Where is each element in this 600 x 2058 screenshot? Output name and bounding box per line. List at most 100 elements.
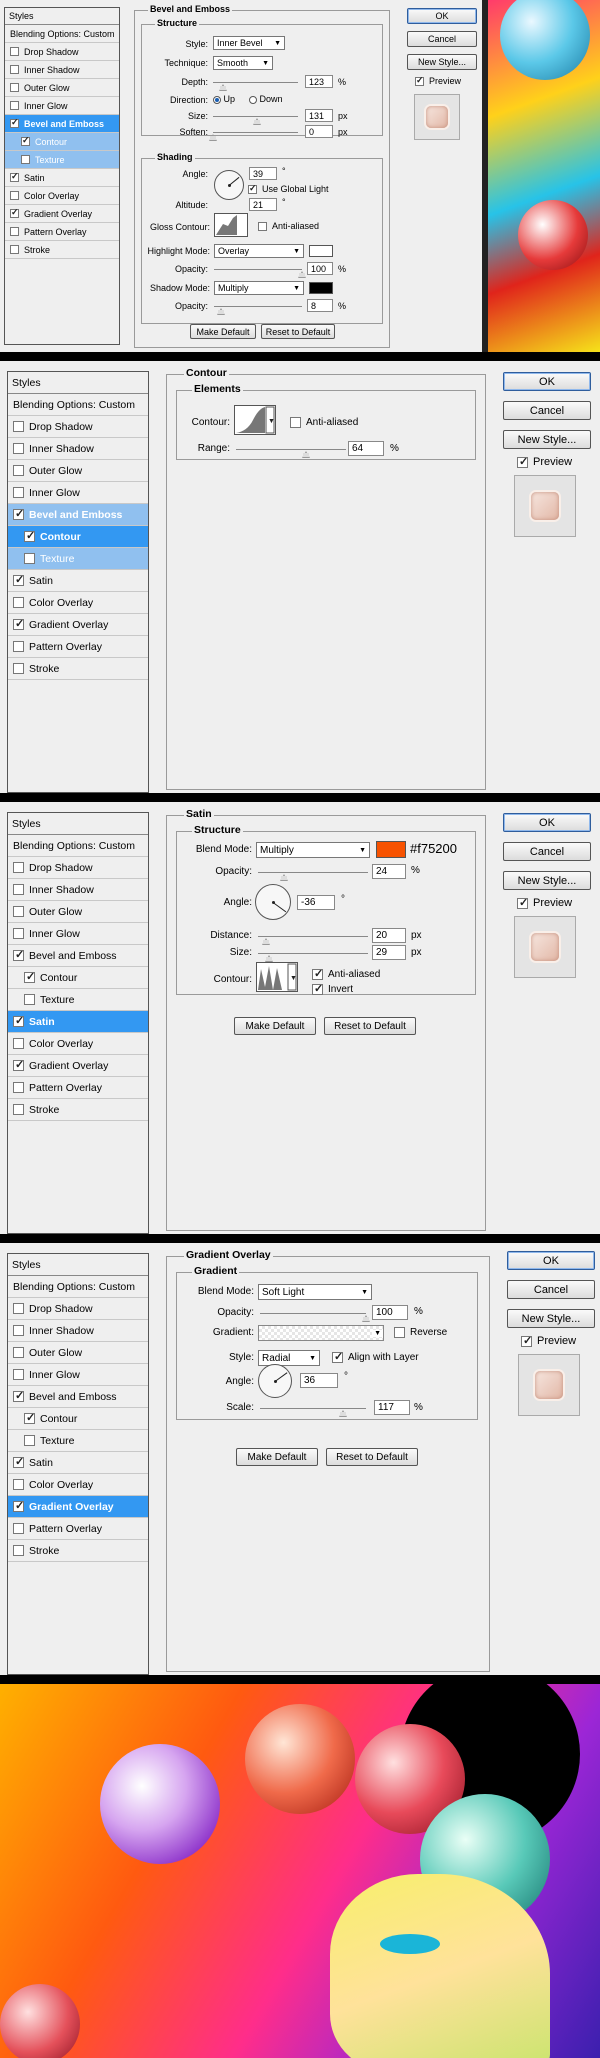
style-item-outer-glow[interactable]: Outer Glow	[8, 901, 148, 923]
checkbox[interactable]	[258, 221, 267, 231]
style-item-color-overlay[interactable]: Color Overlay	[8, 592, 148, 614]
gradient-picker[interactable]: ▼	[258, 1325, 384, 1341]
checkbox[interactable]	[24, 1411, 35, 1424]
style-item-inner-glow[interactable]: Inner Glow	[8, 1364, 148, 1386]
style-item-color-overlay[interactable]: Color Overlay	[5, 187, 119, 205]
depth-slider[interactable]	[213, 82, 298, 91]
checkbox[interactable]	[521, 1334, 532, 1347]
highlight-opacity-field[interactable]: 100	[307, 262, 333, 275]
styles-header[interactable]: Styles	[8, 813, 148, 835]
contour-picker[interactable]: ▼	[256, 962, 298, 992]
satin-invert[interactable]: Invert	[312, 982, 353, 995]
checkbox[interactable]	[24, 529, 35, 542]
angle-dial[interactable]	[255, 884, 291, 920]
size-field[interactable]: 131	[305, 109, 333, 122]
preview-check[interactable]: Preview	[517, 455, 572, 468]
checkbox[interactable]	[517, 896, 528, 909]
style-item-pattern-overlay[interactable]: Pattern Overlay	[5, 223, 119, 241]
contour-anti-aliased[interactable]: Anti-aliased	[290, 417, 358, 428]
checkbox[interactable]	[394, 1327, 405, 1338]
checkbox[interactable]	[13, 1325, 24, 1336]
reverse-check[interactable]: Reverse	[394, 1327, 447, 1338]
shadow-color-swatch[interactable]	[309, 282, 333, 294]
radio-down[interactable]	[249, 95, 257, 104]
gloss-contour-picker[interactable]	[214, 213, 248, 237]
make-default-button[interactable]: Make Default	[236, 1448, 318, 1466]
slider-thumb[interactable]	[253, 118, 262, 125]
altitude-field[interactable]: 21	[249, 198, 277, 211]
slider-thumb[interactable]	[362, 1315, 370, 1322]
preview-check[interactable]: Preview	[517, 896, 572, 909]
cancel-button[interactable]: Cancel	[507, 1280, 595, 1299]
ok-button[interactable]: OK	[503, 813, 591, 832]
checkbox[interactable]	[13, 948, 24, 961]
cancel-button[interactable]: Cancel	[503, 842, 591, 861]
style-item-contour[interactable]: Contour	[5, 133, 119, 151]
checkbox[interactable]	[13, 1303, 24, 1314]
checkbox[interactable]	[13, 1545, 24, 1556]
size-field[interactable]: 29	[372, 945, 406, 960]
soften-field[interactable]: 0	[305, 125, 333, 138]
highlight-color-swatch[interactable]	[309, 245, 333, 257]
technique-select[interactable]: Smooth ▼	[213, 56, 273, 70]
global-light-check[interactable]: Use Global Light	[248, 183, 329, 194]
style-item-contour[interactable]: Contour	[8, 526, 148, 548]
slider-thumb[interactable]	[338, 1410, 347, 1417]
angle-field[interactable]: -36	[297, 895, 335, 910]
checkbox[interactable]	[13, 421, 24, 432]
style-select[interactable]: Radial ▼	[258, 1350, 320, 1366]
checkbox[interactable]	[13, 1014, 24, 1027]
reset-default-button[interactable]: Reset to Default	[326, 1448, 418, 1466]
new-style-button[interactable]: New Style...	[507, 1309, 595, 1328]
style-item-inner-shadow[interactable]: Inner Shadow	[8, 1320, 148, 1342]
style-item-gradient-overlay[interactable]: Gradient Overlay	[8, 1496, 148, 1518]
angle-dial[interactable]	[258, 1364, 292, 1398]
size-slider[interactable]	[258, 953, 368, 962]
style-item-bevel-emboss[interactable]: Bevel and Emboss	[8, 1386, 148, 1408]
style-item-drop-shadow[interactable]: Drop Shadow	[8, 857, 148, 879]
checkbox[interactable]	[13, 884, 24, 895]
distance-slider[interactable]	[258, 936, 368, 945]
size-slider[interactable]	[213, 116, 298, 125]
checkbox[interactable]	[13, 928, 24, 939]
checkbox[interactable]	[21, 155, 30, 164]
preview-check[interactable]: Preview	[415, 75, 461, 86]
style-item-color-overlay[interactable]: Color Overlay	[8, 1474, 148, 1496]
highlight-mode-select[interactable]: Overlay ▼	[214, 244, 304, 258]
range-field[interactable]: 64	[348, 441, 384, 456]
style-item-stroke[interactable]: Stroke	[5, 241, 119, 259]
style-item-stroke[interactable]: Stroke	[8, 1099, 148, 1121]
depth-field[interactable]: 123	[305, 75, 333, 88]
checkbox[interactable]	[13, 1369, 24, 1380]
style-item-texture[interactable]: Texture	[8, 1430, 148, 1452]
style-item-gradient-overlay[interactable]: Gradient Overlay	[8, 614, 148, 636]
styles-header[interactable]: Styles	[8, 372, 148, 394]
opacity-field[interactable]: 100	[372, 1305, 408, 1320]
style-item-drop-shadow[interactable]: Drop Shadow	[8, 1298, 148, 1320]
cancel-button[interactable]: Cancel	[407, 31, 477, 47]
slider-thumb[interactable]	[280, 874, 289, 881]
style-item-gradient-overlay[interactable]: Gradient Overlay	[5, 205, 119, 223]
checkbox[interactable]	[21, 135, 30, 146]
blending-options-item[interactable]: Blending Options: Custom	[8, 835, 148, 857]
direction-up[interactable]: Up	[213, 94, 235, 104]
checkbox[interactable]	[13, 641, 24, 652]
preview-check[interactable]: Preview	[521, 1334, 576, 1347]
checkbox[interactable]	[13, 617, 24, 630]
opacity-slider[interactable]	[260, 1313, 370, 1322]
checkbox[interactable]	[10, 83, 19, 92]
style-item-texture[interactable]: Texture	[5, 151, 119, 169]
style-item-drop-shadow[interactable]: Drop Shadow	[5, 43, 119, 61]
checkbox[interactable]	[24, 970, 35, 983]
checkbox[interactable]	[332, 1350, 343, 1363]
style-item-inner-shadow[interactable]: Inner Shadow	[5, 61, 119, 79]
angle-field[interactable]: 39	[249, 167, 277, 180]
opacity-slider[interactable]	[258, 872, 368, 881]
checkbox[interactable]	[13, 1058, 24, 1071]
slider-thumb[interactable]	[265, 955, 273, 962]
new-style-button[interactable]: New Style...	[503, 871, 591, 890]
checkbox[interactable]	[13, 597, 24, 608]
satin-anti-aliased[interactable]: Anti-aliased	[312, 967, 380, 980]
style-item-pattern-overlay[interactable]: Pattern Overlay	[8, 1077, 148, 1099]
slider-thumb[interactable]	[261, 938, 270, 945]
